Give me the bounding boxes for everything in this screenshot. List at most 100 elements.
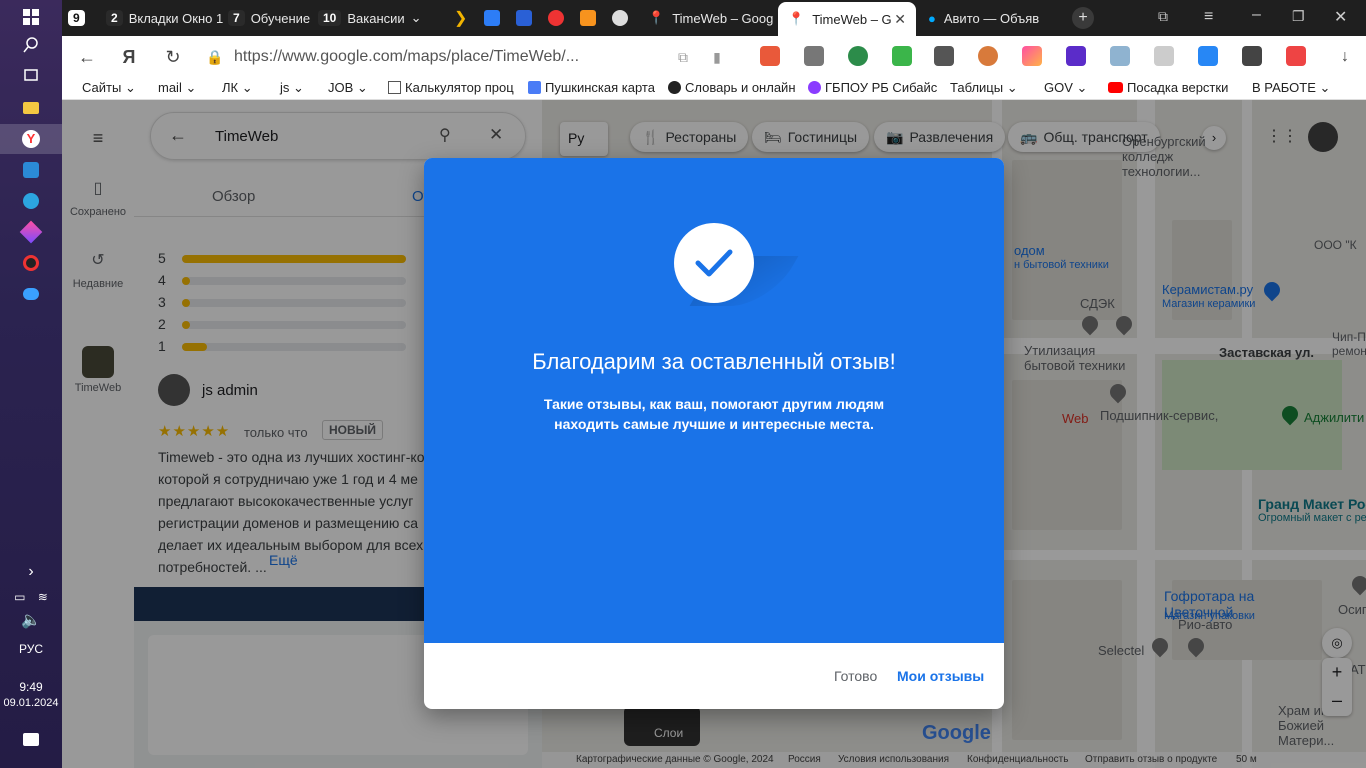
bookmark-link[interactable]: Пушкинская карта (528, 80, 655, 95)
bookmarks-bar: Сайты ⌄ mail ⌄ ЛК ⌄ js ⌄ JOB ⌄ Калькулят… (62, 76, 1366, 100)
record-icon[interactable] (0, 248, 62, 278)
bookmark-folder[interactable]: JOB ⌄ (328, 80, 368, 96)
vscode-icon[interactable] (0, 155, 62, 185)
extension-icon-8[interactable] (1066, 46, 1086, 66)
vk-extension-icon[interactable] (1198, 46, 1218, 66)
downloads-icon[interactable]: ↓ (1332, 44, 1358, 70)
clock-time[interactable]: 9:49 (0, 680, 62, 694)
close-window-button[interactable]: ✕ (1334, 7, 1347, 27)
pinned-tab-mail-icon[interactable] (516, 10, 532, 26)
menu-icon[interactable]: ≡ (1204, 8, 1213, 26)
bookmark-icon[interactable]: ▮ (704, 44, 730, 70)
tab-group-2[interactable]: 2 Вкладки Окно 1 (106, 4, 224, 32)
clock-date[interactable]: 09.01.2024 (0, 697, 62, 709)
tab-group-count: 2 (106, 10, 123, 26)
tabs-panel-icon[interactable]: ⧉ (1158, 8, 1168, 25)
extension-icon-4[interactable] (892, 46, 912, 66)
tab-group-label: Вкладки Окно 1 (128, 10, 224, 26)
chevron-down-icon: ⌄ (410, 10, 422, 25)
windows-taskbar: Y › ▭ ≋ 🔈 РУС 9:49 09.01.2024 (0, 0, 62, 768)
bookmark-icon (528, 81, 541, 94)
tab-group-label: Обучение (250, 10, 311, 26)
app-icon[interactable] (0, 217, 62, 247)
pinned-tab-alert-icon[interactable] (548, 10, 564, 26)
pinned-tab-icon[interactable]: ❯ (454, 8, 467, 28)
yandex-home-icon[interactable]: Я (116, 44, 142, 70)
extension-icon-5[interactable] (934, 46, 954, 66)
bookmark-folder[interactable]: ЛК ⌄ (222, 80, 253, 96)
bookmark-link[interactable]: Посадка верстки (1108, 80, 1228, 95)
url-field[interactable]: https://www.google.com/maps/place/TimeWe… (234, 48, 579, 66)
bookmark-folder[interactable]: Таблицы ⌄ (950, 80, 1018, 96)
bookmark-folder[interactable]: В РАБОТЕ ⌄ (1252, 80, 1330, 96)
done-button[interactable]: Готово (834, 668, 877, 684)
wifi-icon: ≋ (37, 590, 48, 604)
extension-icon-10[interactable] (1154, 46, 1174, 66)
bookmark-icon (808, 81, 821, 94)
dialog-text: Такие отзывы, как ваш, помогают другим л… (543, 396, 885, 432)
tab-group-count: 9 (68, 10, 85, 26)
extension-icon-7[interactable] (1022, 46, 1042, 66)
app-icon-2[interactable] (0, 279, 62, 309)
extension-icon-12[interactable] (1286, 46, 1306, 66)
tab-group-4[interactable]: 10 Вакансии ⌄ (318, 4, 428, 32)
volume-icon[interactable]: 🔈 (0, 605, 62, 635)
new-tab-button[interactable]: + (1072, 7, 1094, 29)
bookmark-link[interactable]: ГБПОУ РБ Сибайс (808, 80, 937, 95)
tab-timeweb-active[interactable]: 📍 TimeWeb – G ✕ (778, 2, 916, 36)
windows-start-icon[interactable] (0, 2, 62, 32)
tab-title: TimeWeb – G (812, 11, 892, 27)
search-icon[interactable] (0, 30, 62, 60)
reload-button[interactable]: ↻ (160, 44, 186, 70)
bookmark-folder[interactable]: mail ⌄ (158, 80, 196, 96)
tab-group-count: 7 (228, 10, 245, 26)
language-indicator[interactable]: РУС (0, 642, 62, 656)
yandex-browser-icon[interactable]: Y (0, 124, 62, 154)
bookmark-folder[interactable]: js ⌄ (280, 80, 304, 96)
pinned-tab-messenger-icon[interactable] (484, 10, 500, 26)
task-view-icon[interactable] (0, 60, 62, 90)
avito-icon: ● (928, 10, 936, 26)
telegram-icon[interactable] (0, 186, 62, 216)
bookmark-icon (668, 81, 681, 94)
tab-title: Авито — Объяв (943, 10, 1040, 26)
tab-group-count: 10 (318, 10, 342, 26)
pinned-tab-ok-icon[interactable] (580, 10, 596, 26)
dialog-header-area: Благодарим за оставленный отзыв! Такие о… (424, 158, 1004, 643)
review-thanks-dialog: Благодарим за оставленный отзыв! Такие о… (424, 158, 1004, 709)
calculator-icon (388, 81, 401, 94)
restore-button[interactable]: ❐ (1292, 8, 1305, 25)
extension-icon-2[interactable] (804, 46, 824, 66)
bookmark-folder[interactable]: Сайты ⌄ (82, 80, 136, 96)
bookmark-link[interactable]: Словарь и онлайн (668, 80, 796, 95)
lock-icon[interactable]: 🔒 (202, 44, 228, 70)
dialog-title: Благодарим за оставленный отзыв! (532, 349, 896, 374)
extension-icon-9[interactable] (1110, 46, 1130, 66)
extension-icon-11[interactable] (1242, 46, 1262, 66)
youtube-icon (1108, 82, 1123, 93)
tab-group-1[interactable]: 9 (68, 4, 91, 32)
tab-group-3[interactable]: 7 Обучение (228, 4, 314, 32)
extension-icon-6[interactable] (978, 46, 998, 66)
pinned-tab-github-icon[interactable] (612, 10, 628, 26)
checkmark-icon (674, 223, 754, 303)
bookmark-link[interactable]: Калькулятор проц (388, 80, 514, 95)
google-maps-icon: 📍 (648, 10, 665, 25)
extension-icon-1[interactable] (760, 46, 780, 66)
copy-url-icon[interactable]: ⧉ (670, 44, 696, 70)
extension-icon-3[interactable] (848, 46, 868, 66)
tab-avito[interactable]: ● Авито — Объяв (928, 4, 1058, 32)
address-bar-row: ← Я ↻ 🔒 https://www.google.com/maps/plac… (62, 36, 1366, 76)
tab-title: TimeWeb – Goog (672, 10, 774, 26)
my-reviews-button[interactable]: Мои отзывы (897, 668, 984, 684)
battery-icon: ▭ (14, 590, 26, 604)
google-maps-icon: 📍 (788, 11, 805, 26)
close-tab-icon[interactable]: ✕ (894, 11, 906, 28)
file-explorer-icon[interactable] (0, 93, 62, 123)
bookmark-folder[interactable]: GOV ⌄ (1044, 80, 1087, 96)
notifications-icon[interactable] (0, 724, 62, 754)
tab-timeweb-1[interactable]: 📍 TimeWeb – Goog (648, 4, 774, 32)
back-button[interactable]: ← (74, 44, 100, 70)
browser-tab-bar: 9 2 Вкладки Окно 1 7 Обучение 10 Вакансии ⌄ … (62, 0, 1366, 36)
minimize-button[interactable]: – (1252, 6, 1261, 24)
